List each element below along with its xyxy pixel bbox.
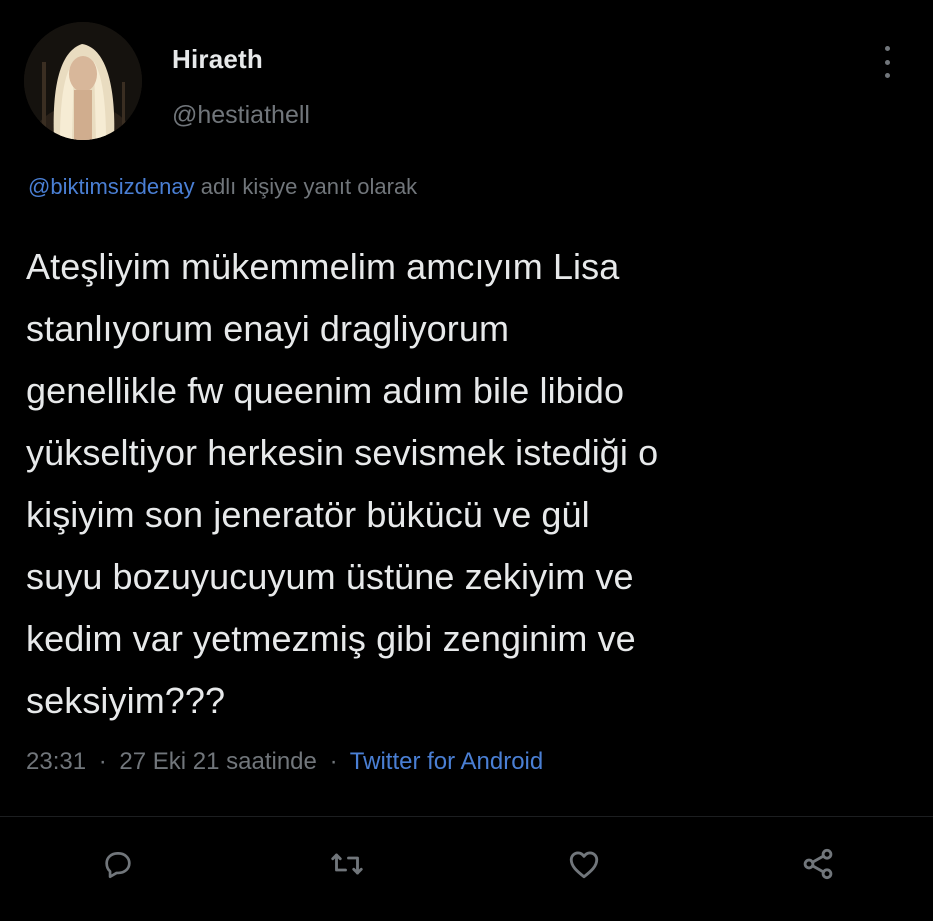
reply-mention-link[interactable]: @biktimsizdenay [28,174,195,199]
user-handle[interactable]: @hestiathell [172,101,310,130]
heart-icon [569,851,599,879]
tweet-text-line: suyu bozuyucuyum üstüne zekiyim ve [26,556,634,597]
more-dot [884,46,890,51]
tweet-text-line: stanlıyorum enayi dragliyorum [26,308,510,349]
reply-button[interactable] [98,844,138,884]
tweet-source-link[interactable]: Twitter for Android [350,748,543,775]
share-icon [803,848,833,880]
share-button[interactable] [798,844,838,884]
avatar[interactable] [24,22,142,140]
display-name[interactable]: Hiraeth [172,44,263,75]
reply-context-suffix: adlı kişiye yanıt olarak [200,174,418,199]
tweet-metadata: 23:31 · 27 Eki 21 saatinde · Twitter for… [26,748,543,776]
comment-icon [105,852,131,879]
divider [0,816,933,817]
tweet-text-line: genellikle fw queenim adım bile libido [26,370,625,411]
meta-separator: · [329,748,338,775]
tweet-text-line: yükseltiyor herkesin sevismek istediği o [26,432,659,473]
tweet-card: Hiraeth @hestiathell @biktimsizdenay adl… [0,0,933,921]
tweet-time[interactable]: 23:31 [26,748,86,775]
retweet-icon [331,853,363,875]
more-dot [884,59,890,65]
more-dot [884,73,890,78]
tweet-text-line: seksiyim??? [26,680,226,721]
tweet-text: Ateşliyim mükemmelim amcıyım Lisa stanlı… [26,236,916,732]
like-button[interactable] [564,844,604,884]
meta-separator: · [98,748,107,775]
more-vertical-icon[interactable] [872,42,902,82]
tweet-text-line: kedim var yetmezmiş gibi zenginim ve [26,618,636,659]
tweet-text-line: kişiyim son jeneratör bükücü ve gül [26,494,590,535]
tweet-date[interactable]: 27 Eki 21 saatinde [119,748,316,775]
reply-context: @biktimsizdenay adlı kişiye yanıt olarak [28,174,417,200]
tweet-text-line: Ateşliyim mükemmelim amcıyım Lisa [26,246,620,287]
retweet-button[interactable] [327,844,367,884]
